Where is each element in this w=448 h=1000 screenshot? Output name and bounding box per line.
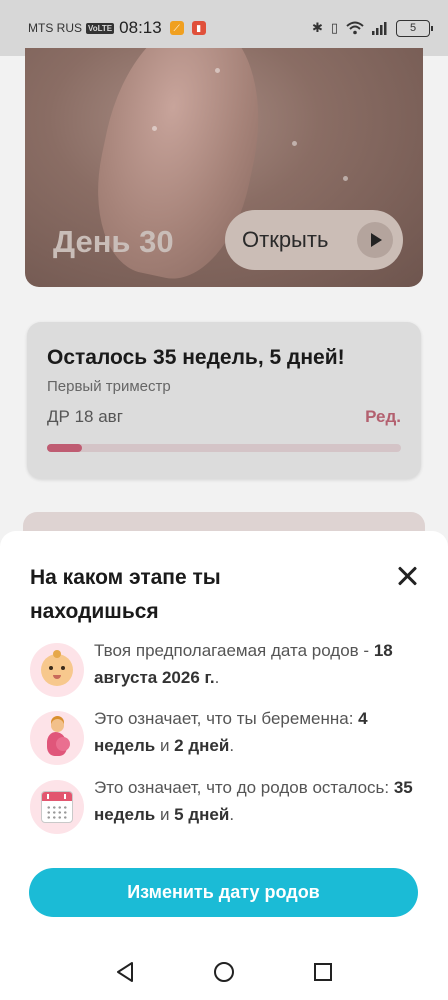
calendar-icon	[30, 780, 84, 834]
vibrate-icon: ▯	[330, 20, 338, 35]
sparkle	[292, 141, 297, 146]
pregnancy-info-card: Осталось 35 недель, 5 дней! Первый триме…	[27, 322, 421, 479]
bluetooth-icon: ✱	[311, 20, 323, 35]
pregnant-woman-icon	[30, 711, 84, 765]
clock: 08:13	[119, 18, 162, 37]
baby-face-icon	[30, 643, 84, 697]
open-button-label: Открыть	[242, 227, 329, 252]
sheet-title: На каком этапе ты находишься	[30, 566, 221, 623]
sparkle	[215, 68, 220, 73]
carrier-name: MTS RUS	[28, 21, 82, 35]
pregnancy-age-row: Это означает, что ты беременна: 4 недель…	[30, 705, 420, 765]
change-due-date-button[interactable]: Изменить дату родов	[29, 868, 418, 917]
due-date-row: Твоя предполагаемая дата родов - 18 авгу…	[30, 637, 420, 697]
signal-icon	[372, 22, 387, 35]
due-date-bottom-sheet: На каком этапе ты находишься Твоя предпо…	[0, 531, 448, 1000]
trimester-label: Первый триместр	[47, 378, 171, 395]
system-nav-bar	[0, 944, 448, 1000]
fetus-hero-card[interactable]: День 30 Открыть	[25, 48, 423, 287]
open-button[interactable]: Открыть	[225, 210, 403, 270]
edit-due-date-link[interactable]: Ред.	[365, 407, 401, 427]
due-date-text: Твоя предполагаемая дата родов - 18 авгу…	[94, 641, 393, 687]
weeks-remaining-title: Осталось 35 недель, 5 дней!	[47, 346, 345, 369]
app-icon-1: ⟋	[169, 21, 184, 35]
close-icon[interactable]	[396, 565, 418, 587]
time-remaining-text: Это означает, что до родов осталось: 35 …	[94, 778, 413, 824]
battery-icon: 5	[396, 19, 433, 37]
time-remaining-row: Это означает, что до родов осталось: 35 …	[30, 774, 420, 834]
home-icon[interactable]	[213, 961, 235, 983]
pregnancy-age-text: Это означает, что ты беременна: 4 недель…	[94, 709, 368, 755]
back-icon[interactable]	[115, 961, 135, 983]
day-label: День 30	[53, 224, 174, 259]
battery-level: 5	[409, 22, 417, 34]
play-icon	[357, 222, 393, 258]
volte-badge: VoLTE	[86, 22, 115, 34]
sparkle	[343, 176, 348, 181]
status-icons: ✱ ▯ 5	[311, 19, 433, 37]
due-date-short: ДР 18 авг	[47, 407, 123, 426]
pregnancy-progress-fill	[47, 444, 83, 452]
wifi-icon	[346, 21, 364, 35]
recents-icon[interactable]	[313, 962, 333, 982]
sparkle	[152, 126, 157, 131]
app-icon-2: ▮	[191, 21, 206, 35]
pregnancy-progress-bar	[47, 444, 401, 452]
